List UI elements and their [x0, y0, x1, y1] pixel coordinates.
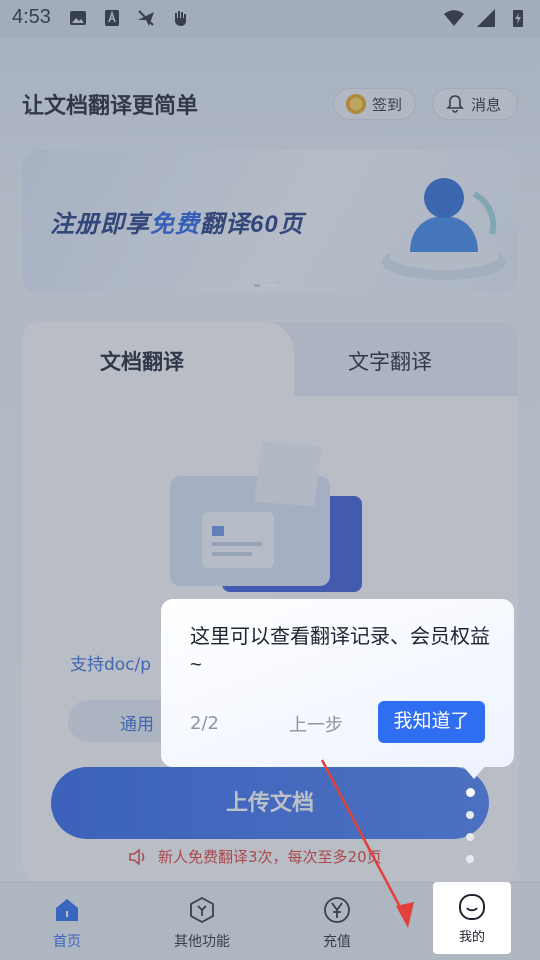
guide-tooltip: 这里可以查看翻译记录、会员权益~ 2/2 上一步 我知道了: [161, 599, 514, 767]
tooltip-arrow: [462, 765, 486, 779]
guide-overlay[interactable]: [0, 0, 540, 960]
smile-icon: [459, 894, 485, 920]
guide-step-indicator: [466, 788, 475, 863]
guide-prev-button[interactable]: 上一步: [289, 711, 343, 737]
guide-dot: [466, 833, 474, 841]
guide-dot: [466, 855, 474, 863]
guide-dot-active: [466, 788, 475, 797]
guide-text: 这里可以查看翻译记录、会员权益~: [190, 626, 490, 676]
nav-me[interactable]: 我的: [433, 882, 511, 954]
guide-dot: [466, 811, 474, 819]
pointer-arrow-icon: [320, 759, 414, 928]
guide-ok-button[interactable]: 我知道了: [378, 701, 485, 743]
nav-me-label: 我的: [458, 930, 485, 945]
guide-page-indicator: 2/2: [190, 713, 219, 734]
